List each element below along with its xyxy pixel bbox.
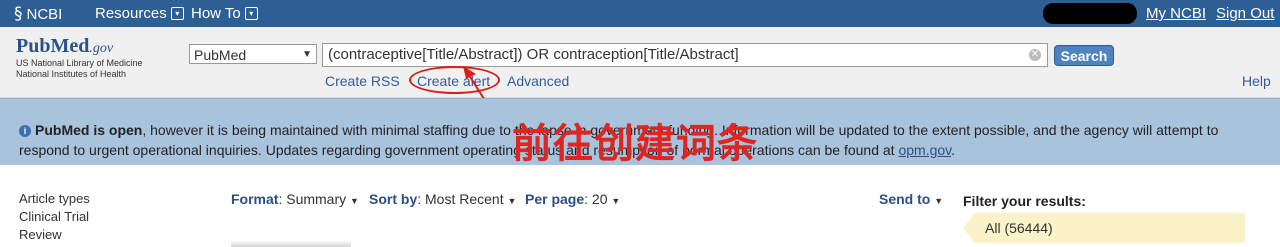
sort-label: Sort by <box>369 191 418 207</box>
filter-all-tab[interactable]: All (56444) <box>963 213 1245 243</box>
sort-dropdown[interactable]: Sort by: Most Recent ▼ <box>369 191 516 207</box>
filter-title: Filter your results: <box>963 193 1086 209</box>
opm-link[interactable]: opm.gov <box>898 142 951 158</box>
info-icon: i <box>19 125 31 137</box>
sidebar-item-review[interactable]: Review <box>19 227 62 242</box>
format-label: Format <box>231 191 279 207</box>
perpage-dropdown[interactable]: Per page: 20 ▼ <box>525 191 620 207</box>
filter-all-label: All (56444) <box>985 220 1053 236</box>
cut-off-heading <box>231 240 351 247</box>
perpage-value: 20 <box>591 191 608 207</box>
caret-down-icon: ▼ <box>350 196 359 206</box>
perpage-label: Per page <box>525 191 585 207</box>
caret-down-icon: ▼ <box>507 196 517 206</box>
banner-end: . <box>951 142 956 158</box>
sort-value: Most Recent <box>425 191 504 207</box>
send-to-dropdown[interactable]: Send to ▼ <box>879 191 943 207</box>
sidebar-heading: Article types <box>19 191 90 206</box>
annotation-text: 前往创建词条 <box>512 121 758 167</box>
sidebar-item-clinical-trial[interactable]: Clinical Trial <box>19 209 89 224</box>
format-dropdown[interactable]: Format: Summary ▼ <box>231 191 359 207</box>
send-to-label: Send to <box>879 191 931 207</box>
caret-down-icon: ▼ <box>611 196 621 206</box>
caret-down-icon: ▼ <box>934 196 944 206</box>
format-value: Summary <box>286 191 347 207</box>
banner-bold: PubMed is open <box>35 122 143 138</box>
filter-notch <box>963 213 975 243</box>
banner-line2: respond to urgent operational inquiries.… <box>19 142 899 158</box>
